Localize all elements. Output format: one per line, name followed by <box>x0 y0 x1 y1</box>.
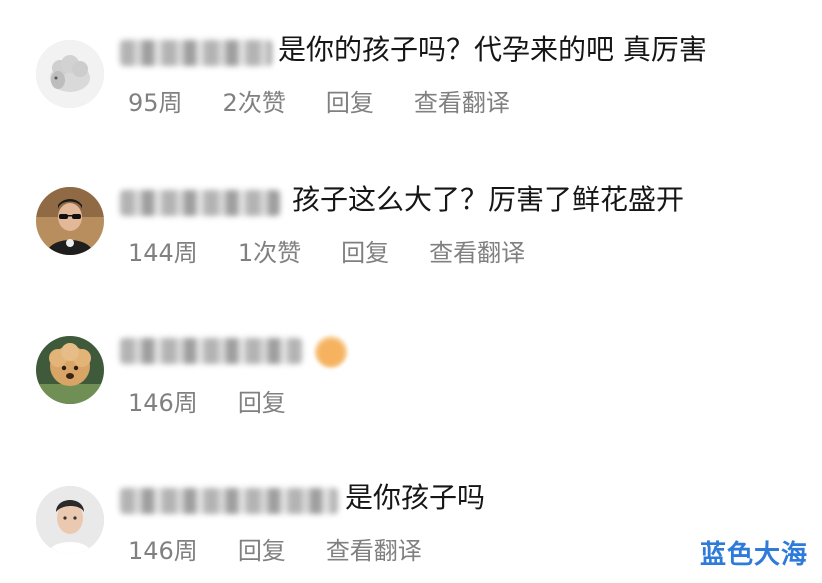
avatar[interactable] <box>36 486 104 554</box>
comment-text: 是你孩子吗 <box>345 481 486 514</box>
comment-item-4: 是你孩子吗 146周 回复 查看翻译 <box>0 0 822 583</box>
comment-time: 146周 <box>128 537 198 565</box>
reply-button[interactable]: 回复 <box>238 536 286 566</box>
avatar-image-young-man <box>36 486 104 554</box>
blurred-username[interactable] <box>120 488 338 514</box>
watermark: 蓝色大海 <box>699 540 808 570</box>
see-translation-button[interactable]: 查看翻译 <box>326 536 422 566</box>
comment-meta: 146周 回复 查看翻译 <box>128 536 462 566</box>
